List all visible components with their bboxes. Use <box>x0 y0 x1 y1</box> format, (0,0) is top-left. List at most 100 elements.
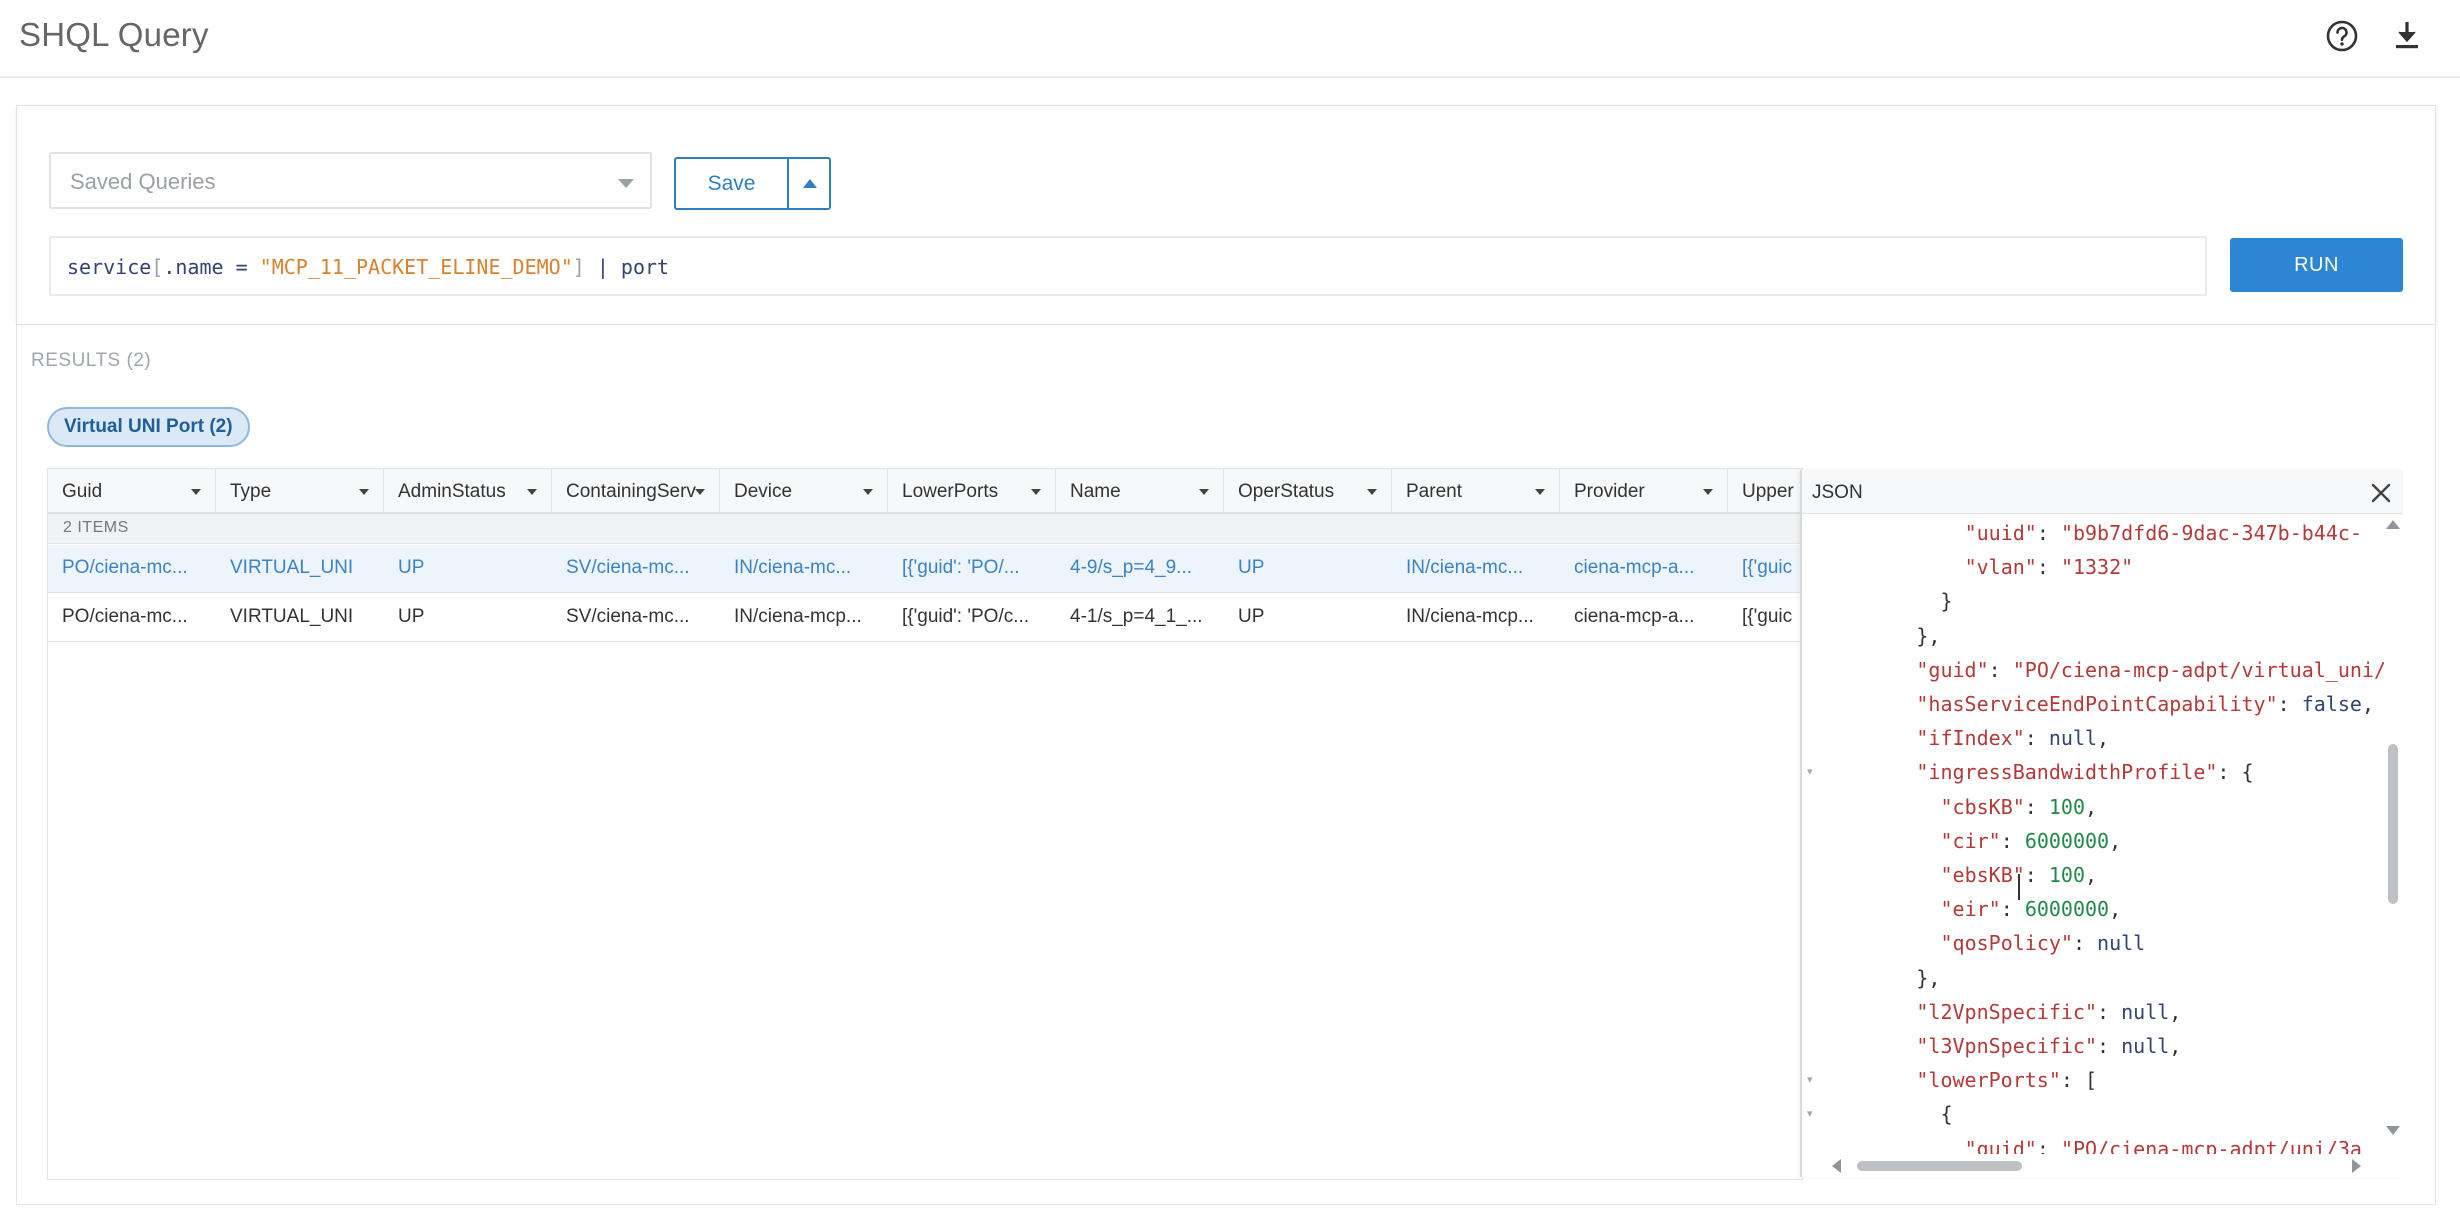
sort-caret-icon <box>191 489 201 495</box>
json-line: "ifIndex": null, <box>1916 721 2387 755</box>
scroll-left-arrow-icon[interactable] <box>1832 1159 1841 1173</box>
json-punctuation: , <box>2109 897 2122 922</box>
json-punctuation: , <box>2361 692 2374 716</box>
json-line: "vlan": "1332" <box>1965 550 2387 584</box>
page-title: SHQL Query <box>19 16 209 53</box>
json-vertical-scrollbar[interactable] <box>2384 514 2402 1154</box>
json-value: 6000000 <box>2024 897 2110 922</box>
save-button[interactable]: Save <box>674 157 787 210</box>
scroll-up-arrow-icon[interactable] <box>2386 520 2400 529</box>
cell-lowerports: [{'guid': 'PO/... <box>902 557 1020 578</box>
json-separator: : <box>2217 760 2242 785</box>
table-row[interactable]: PO/ciena-mc... VIRTUAL_UNI UP SV/ciena-m… <box>48 594 1802 642</box>
json-separator: : <box>2036 521 2061 545</box>
fold-toggle-icon[interactable]: ▾ <box>1807 1097 1813 1131</box>
json-punctuation: , <box>2085 794 2098 819</box>
help-circle-icon[interactable] <box>2322 16 2362 56</box>
column-label: Type <box>230 481 272 502</box>
scrollbar-thumb[interactable] <box>2388 744 2398 904</box>
saved-queries-dropdown[interactable]: Saved Queries <box>49 152 652 209</box>
sort-caret-icon <box>1367 489 1377 495</box>
caret-up-icon <box>803 179 817 188</box>
column-label: Upper <box>1742 481 1794 502</box>
top-bar: SHQL Query <box>0 0 2460 78</box>
json-panel: JSON "uuid": "b9b7dfd6-9dac-347b-b44c- "v… <box>1800 470 2403 1177</box>
scroll-down-arrow-icon[interactable] <box>2386 1126 2400 1135</box>
json-value: "b9b7dfd6-9dac-347b-b44c- <box>2060 521 2362 545</box>
scroll-right-arrow-icon[interactable] <box>2352 1159 2361 1173</box>
column-label: LowerPorts <box>902 481 999 502</box>
chevron-down-icon <box>618 179 634 188</box>
cell-containingservice: SV/ciena-mc... <box>566 557 690 578</box>
column-label: ContainingServ <box>566 481 696 502</box>
json-line: }, <box>1916 961 2387 995</box>
column-header-upperports[interactable]: Upper <box>1728 469 1802 514</box>
download-icon[interactable] <box>2387 16 2427 56</box>
json-line: "uuid": "b9b7dfd6-9dac-347b-b44c- <box>1965 516 2387 550</box>
json-key: "l2VpnSpecific" <box>1916 999 2098 1024</box>
column-label: Parent <box>1406 481 1462 502</box>
column-header-containingservice[interactable]: ContainingServ <box>552 469 720 514</box>
json-line: ▾{ <box>1807 1097 2388 1131</box>
run-button[interactable]: RUN <box>2230 238 2403 292</box>
table-row[interactable]: PO/ciena-mc... VIRTUAL_UNI UP SV/ciena-m… <box>48 545 1802 593</box>
cell-lowerports: [{'guid': 'PO/c... <box>902 606 1030 627</box>
json-value: "1332" <box>2060 555 2134 580</box>
save-options-toggle[interactable] <box>787 157 831 210</box>
column-header-guid[interactable]: Guid <box>48 469 216 514</box>
json-value: "PO/ciena-mcp-adpt/virtual_uni/3a <box>2012 657 2387 682</box>
scrollbar-thumb[interactable] <box>1857 1161 2022 1171</box>
cell-parent: IN/ciena-mcp... <box>1406 606 1534 627</box>
text-cursor <box>2018 874 2020 900</box>
json-viewer[interactable]: "uuid": "b9b7dfd6-9dac-347b-b44c- "vlan":… <box>1802 514 2387 1154</box>
json-line: "cbsKB": 100, <box>1941 790 2388 824</box>
json-value: null <box>2121 999 2170 1024</box>
column-label: Provider <box>1574 481 1645 502</box>
sort-caret-icon <box>1703 489 1713 495</box>
json-line: "hasServiceEndPointCapability": false, <box>1916 687 2387 721</box>
json-line: "eir": 6000000, <box>1941 892 2388 926</box>
query-token-entity: service <box>67 255 152 279</box>
result-type-chip[interactable]: Virtual UNI Port (2) <box>47 407 250 447</box>
cell-device: IN/ciena-mcp... <box>734 606 862 627</box>
sort-caret-icon <box>527 489 537 495</box>
json-separator: : <box>2277 692 2302 716</box>
json-separator: : <box>2000 828 2025 853</box>
cell-guid: PO/ciena-mc... <box>62 557 188 578</box>
fold-toggle-icon[interactable]: ▾ <box>1807 755 1813 789</box>
sort-caret-icon <box>1535 489 1545 495</box>
json-line: "cir": 6000000, <box>1941 824 2388 858</box>
json-panel-header: JSON <box>1802 470 2403 514</box>
json-line: } <box>1941 584 2388 618</box>
results-count-label: RESULTS (2) <box>31 350 152 371</box>
json-separator: : <box>2000 897 2025 922</box>
cell-upperports: [{'guic <box>1742 557 1793 578</box>
column-label: Name <box>1070 481 1121 502</box>
sort-caret-icon <box>863 489 873 495</box>
json-line: ▾ "lowerPorts": [ <box>1807 1063 2387 1097</box>
column-header-adminstatus[interactable]: AdminStatus <box>384 469 552 514</box>
column-header-type[interactable]: Type <box>216 469 384 514</box>
column-header-name[interactable]: Name <box>1056 469 1224 514</box>
json-key: "lowerPorts" <box>1916 1068 2061 1093</box>
json-value: }, <box>1916 965 1941 990</box>
column-header-operstatus[interactable]: OperStatus <box>1224 469 1392 514</box>
column-header-parent[interactable]: Parent <box>1392 469 1560 514</box>
json-horizontal-scrollbar[interactable] <box>1802 1156 2387 1176</box>
json-value: 100 <box>2048 794 2086 819</box>
cell-type: VIRTUAL_UNI <box>230 606 354 627</box>
cell-guid: PO/ciena-mc... <box>62 606 188 627</box>
fold-toggle-icon[interactable]: ▾ <box>1807 1063 1813 1097</box>
query-input[interactable]: service[.name = "MCP_11_PACKET_ELINE_DEM… <box>49 236 2207 296</box>
close-icon[interactable] <box>2370 482 2392 504</box>
json-punctuation: , <box>2169 1034 2182 1058</box>
json-value: false <box>2301 692 2362 716</box>
table-header: Guid Type AdminStatus ContainingServ Dev… <box>48 469 1802 514</box>
column-header-lowerports[interactable]: LowerPorts <box>888 469 1056 514</box>
json-value: 100 <box>2048 863 2086 887</box>
column-header-device[interactable]: Device <box>720 469 888 514</box>
json-punctuation: , <box>2085 863 2098 887</box>
column-label: Device <box>734 481 793 502</box>
column-header-provider[interactable]: Provider <box>1560 469 1728 514</box>
json-key: "eir" <box>1940 897 2001 922</box>
